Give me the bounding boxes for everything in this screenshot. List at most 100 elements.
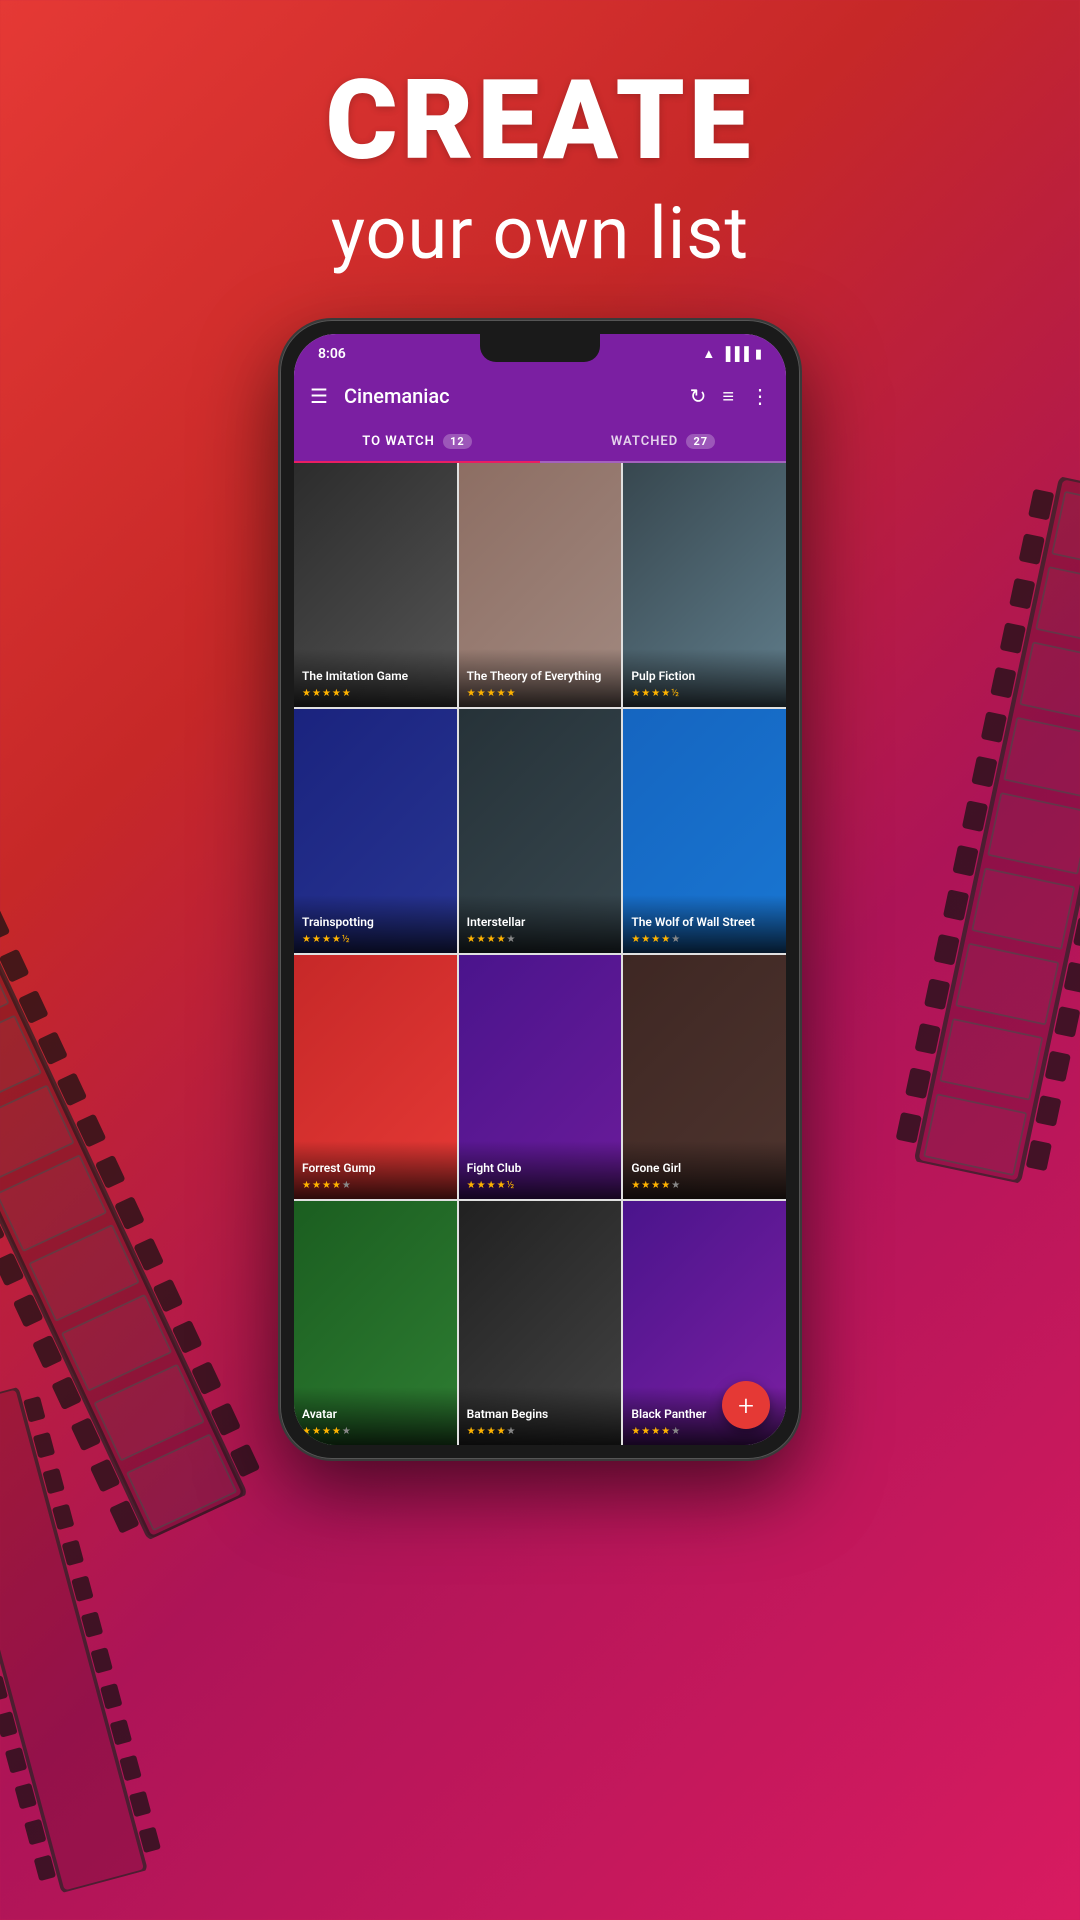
star-icon: ★ xyxy=(661,934,670,945)
hero-create-text: CREATE xyxy=(0,60,1080,181)
movie-card[interactable]: Forrest Gump★★★★★ xyxy=(294,955,457,1199)
star-icon: ★ xyxy=(497,688,506,699)
star-icon: ★ xyxy=(332,688,341,699)
star-icon: ★ xyxy=(302,688,311,699)
movie-rating-stars: ★★★★★ xyxy=(467,934,614,945)
movie-card[interactable]: Avatar★★★★★ xyxy=(294,1201,457,1445)
star-icon: ★ xyxy=(641,1180,650,1191)
movie-title: The Wolf of Wall Street xyxy=(631,915,778,931)
star-icon: ★ xyxy=(312,1180,321,1191)
star-icon: ★ xyxy=(671,1426,680,1437)
star-icon: ★ xyxy=(342,688,351,699)
star-icon: ★ xyxy=(487,934,496,945)
star-icon: ★ xyxy=(507,1426,516,1437)
wifi-icon: ▲ xyxy=(702,346,715,362)
movie-title: Fight Club xyxy=(467,1161,614,1177)
star-icon: ★ xyxy=(641,688,650,699)
star-icon: ★ xyxy=(497,1180,506,1191)
tab-watched[interactable]: WATCHED 27 xyxy=(540,422,786,461)
star-icon: ★ xyxy=(487,688,496,699)
star-icon: ★ xyxy=(467,934,476,945)
movie-card[interactable]: The Wolf of Wall Street ★★★★★ xyxy=(623,709,786,953)
list-view-icon[interactable]: ≡ xyxy=(722,384,734,409)
star-icon: ★ xyxy=(312,934,321,945)
phone-device: 8:06 ▲ ▐▐▐ ▮ ☰ Cinemaniac ↻ ≡ ⋮ TO WATCH xyxy=(280,320,800,1459)
star-icon: ★ xyxy=(651,1426,660,1437)
star-icon: ★ xyxy=(477,688,486,699)
star-icon: ★ xyxy=(312,1426,321,1437)
star-icon: ★ xyxy=(497,934,506,945)
star-icon: ★ xyxy=(467,688,476,699)
star-icon: ★ xyxy=(332,934,341,945)
star-icon: ★ xyxy=(312,688,321,699)
star-icon: ★ xyxy=(641,934,650,945)
hero-subtitle-text: your own list xyxy=(0,191,1080,276)
star-icon: ★ xyxy=(631,1180,640,1191)
movie-card[interactable]: Fight Club★★★★½ xyxy=(459,955,622,1199)
movie-card[interactable]: Trainspotting★★★★½ xyxy=(294,709,457,953)
star-icon: ★ xyxy=(661,688,670,699)
movie-title: Avatar xyxy=(302,1407,449,1423)
star-icon: ★ xyxy=(302,1180,311,1191)
star-icon: ★ xyxy=(477,934,486,945)
movie-card[interactable]: The Theory of Everything ★★★★★ xyxy=(459,463,622,707)
star-icon: ★ xyxy=(631,1426,640,1437)
battery-icon: ▮ xyxy=(755,347,762,362)
movie-rating-stars: ★★★★★ xyxy=(631,934,778,945)
star-icon: ★ xyxy=(477,1180,486,1191)
refresh-icon[interactable]: ↻ xyxy=(690,384,707,408)
movie-card[interactable]: Interstellar★★★★★ xyxy=(459,709,622,953)
movie-title: The Imitation Game xyxy=(302,669,449,685)
star-icon: ½ xyxy=(671,688,679,699)
film-strip-right-decor xyxy=(850,463,1080,1198)
movie-rating-stars: ★★★★★ xyxy=(467,688,614,699)
movie-card[interactable]: Gone Girl ★★★★★ xyxy=(623,955,786,1199)
movie-title: The Theory of Everything xyxy=(467,669,614,685)
movie-card[interactable]: Batman Begins ★★★★★ xyxy=(459,1201,622,1445)
movie-title: Trainspotting xyxy=(302,915,449,931)
star-icon: ★ xyxy=(507,934,516,945)
tab-to-watch[interactable]: TO WATCH 12 xyxy=(294,422,540,461)
movie-rating-stars: ★★★★★ xyxy=(467,1426,614,1437)
tab-watched-label: WATCHED xyxy=(611,434,678,449)
star-icon: ★ xyxy=(671,1180,680,1191)
movie-rating-stars: ★★★★½ xyxy=(631,688,778,699)
app-bar: ☰ Cinemaniac ↻ ≡ ⋮ xyxy=(294,370,786,422)
star-icon: ★ xyxy=(487,1180,496,1191)
star-icon: ★ xyxy=(322,1180,331,1191)
star-icon: ★ xyxy=(342,1180,351,1191)
app-title: Cinemaniac xyxy=(344,384,674,408)
star-icon: ★ xyxy=(342,1426,351,1437)
movie-rating-stars: ★★★★½ xyxy=(467,1180,614,1191)
star-icon: ½ xyxy=(507,1180,515,1191)
star-icon: ★ xyxy=(322,1426,331,1437)
movie-title: Gone Girl xyxy=(631,1161,778,1177)
movie-title: Batman Begins xyxy=(467,1407,614,1423)
movie-rating-stars: ★★★★★ xyxy=(631,1180,778,1191)
star-icon: ★ xyxy=(477,1426,486,1437)
movie-card[interactable]: Pulp Fiction★★★★½ xyxy=(623,463,786,707)
star-icon: ★ xyxy=(302,1426,311,1437)
star-icon: ½ xyxy=(342,934,350,945)
movie-title: Forrest Gump xyxy=(302,1161,449,1177)
movie-rating-stars: ★★★★★ xyxy=(631,1426,778,1437)
movie-card[interactable]: The Imitation Game★★★★★ xyxy=(294,463,457,707)
add-icon: + xyxy=(738,1389,754,1422)
star-icon: ★ xyxy=(631,688,640,699)
add-movie-fab[interactable]: + xyxy=(722,1381,770,1429)
more-options-icon[interactable]: ⋮ xyxy=(750,384,770,408)
hero-section: CREATE your own list xyxy=(0,60,1080,276)
star-icon: ★ xyxy=(661,1426,670,1437)
movie-rating-stars: ★★★★½ xyxy=(302,934,449,945)
star-icon: ★ xyxy=(467,1180,476,1191)
star-icon: ★ xyxy=(641,1426,650,1437)
star-icon: ★ xyxy=(671,934,680,945)
tab-watched-badge: 27 xyxy=(686,434,715,449)
star-icon: ★ xyxy=(651,688,660,699)
menu-icon[interactable]: ☰ xyxy=(310,384,328,408)
star-icon: ★ xyxy=(322,688,331,699)
star-icon: ★ xyxy=(631,934,640,945)
tab-to-watch-label: TO WATCH xyxy=(362,434,435,449)
tabs-bar: TO WATCH 12 WATCHED 27 xyxy=(294,422,786,463)
star-icon: ★ xyxy=(487,1426,496,1437)
